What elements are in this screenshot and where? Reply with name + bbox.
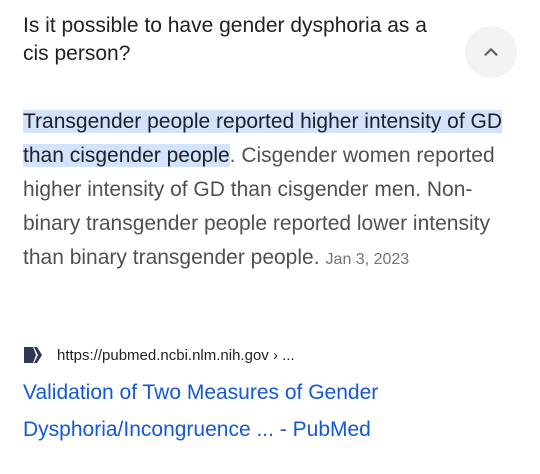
source-url[interactable]: https://pubmed.ncbi.nlm.nih.gov › ...: [57, 347, 295, 364]
featured-snippet-card: Is it possible to have gender dysphoria …: [0, 0, 540, 474]
chevron-up-icon: [484, 48, 498, 56]
answer-snippet: Transgender people reported higher inten…: [23, 105, 523, 277]
collapse-button[interactable]: [465, 26, 517, 78]
source-row[interactable]: https://pubmed.ncbi.nlm.nih.gov › ...: [23, 344, 295, 366]
answer-date: Jan 3, 2023: [325, 251, 410, 268]
result-title-link[interactable]: Validation of Two Measures of Gender Dys…: [23, 374, 523, 448]
pubmed-icon: [24, 347, 42, 363]
question-row[interactable]: Is it possible to have gender dysphoria …: [23, 12, 517, 78]
question-text[interactable]: Is it possible to have gender dysphoria …: [23, 12, 443, 68]
